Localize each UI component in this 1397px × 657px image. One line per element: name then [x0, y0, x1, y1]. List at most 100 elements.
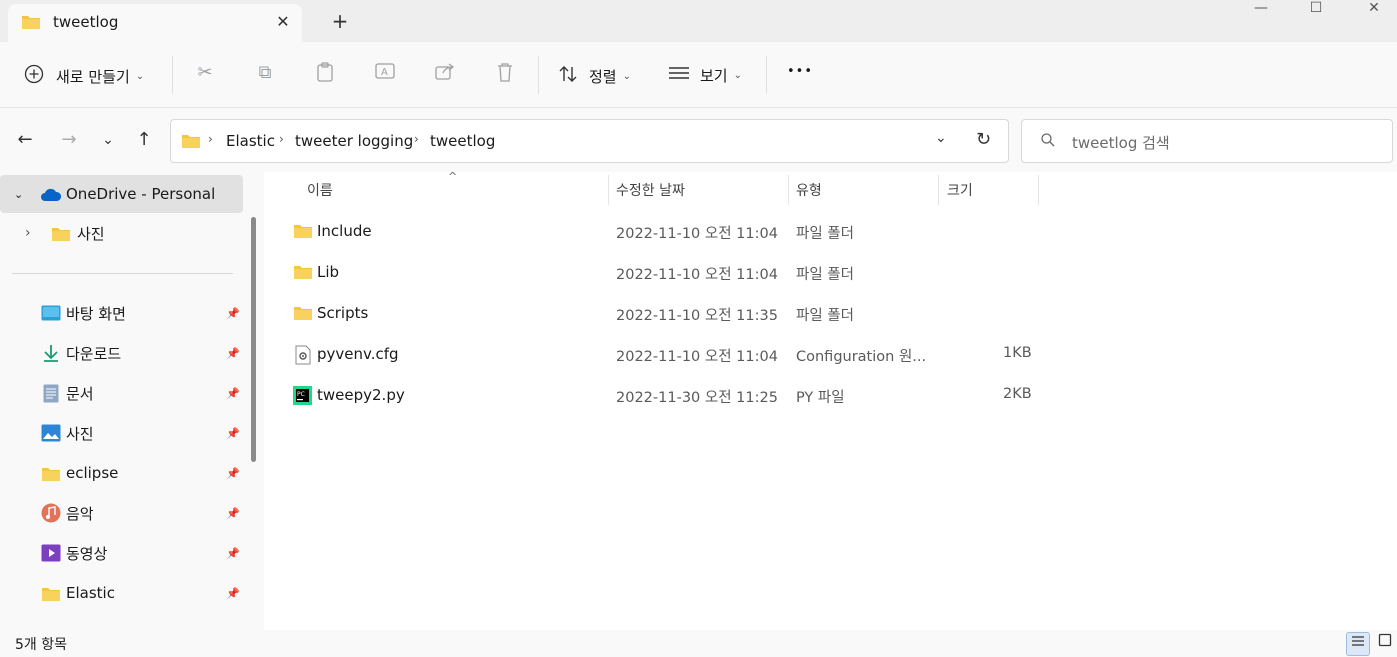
column-header-type[interactable]: 유형	[796, 180, 822, 200]
breadcrumb-tweeter-logging[interactable]: tweeter logging	[295, 132, 413, 150]
pin-icon: 📌	[226, 346, 240, 360]
pycharm-file-icon: PC	[293, 386, 312, 409]
sidebar-item-elastic[interactable]: Elastic 📌	[0, 574, 243, 612]
sidebar-item-label: Elastic	[66, 584, 115, 602]
sidebar-item-videos[interactable]: 동영상 📌	[0, 534, 243, 572]
desktop-icon	[41, 305, 61, 325]
search-box[interactable]: tweetlog 검색	[1021, 119, 1393, 163]
sort-button[interactable]: 정렬 ⌄	[558, 64, 631, 88]
pin-icon: 📌	[226, 506, 240, 520]
refresh-icon[interactable]: ↻	[976, 129, 991, 150]
sidebar-item-downloads[interactable]: 다운로드 📌	[0, 334, 243, 372]
folder-icon	[41, 586, 61, 606]
svg-text:PC: PC	[297, 391, 305, 398]
close-tab-icon[interactable]: ✕	[272, 11, 294, 33]
folder-icon	[21, 14, 41, 34]
forward-arrow-icon[interactable]: →	[57, 128, 81, 152]
column-divider[interactable]	[938, 175, 939, 205]
delete-icon[interactable]	[493, 62, 517, 87]
table-row[interactable]: PC tweepy2.py 2022-11-30 오전 11:25 PY 파일 …	[264, 377, 1397, 415]
sidebar-item-label: 다운로드	[66, 344, 122, 363]
folder-icon	[293, 223, 313, 243]
close-window-button[interactable]: ✕	[1351, 0, 1397, 20]
share-icon[interactable]	[433, 62, 457, 85]
sidebar-item-label: 문서	[66, 384, 94, 403]
sidebar-item-label: eclipse	[66, 464, 119, 482]
pin-icon: 📌	[226, 426, 240, 440]
table-row[interactable]: pyvenv.cfg 2022-11-10 오전 11:04 Configura…	[264, 336, 1397, 374]
tab-tweetlog[interactable]: tweetlog ✕	[8, 4, 302, 42]
table-row[interactable]: Lib 2022-11-10 오전 11:04 파일 폴더	[264, 254, 1397, 292]
toolbar-divider	[172, 56, 173, 94]
address-dropdown-chevron-icon[interactable]: ⌄	[935, 130, 947, 146]
breadcrumb-separator-icon[interactable]: ›	[414, 132, 419, 146]
file-name: Scripts	[317, 304, 369, 322]
sidebar-item-label: 사진	[66, 424, 94, 443]
chevron-down-icon: ⌄	[622, 70, 631, 82]
column-divider[interactable]	[608, 175, 609, 205]
up-arrow-icon[interactable]: ↑	[132, 128, 156, 152]
sidebar-item-label: 동영상	[66, 544, 108, 563]
sidebar-item-eclipse[interactable]: eclipse 📌	[0, 454, 243, 492]
search-icon	[1040, 132, 1056, 152]
sort-arrows-icon	[558, 64, 578, 88]
video-icon	[41, 544, 61, 566]
file-name: Lib	[317, 263, 340, 281]
sidebar-item-music[interactable]: 음악 📌	[0, 494, 243, 532]
music-icon	[41, 503, 61, 527]
file-date: 2022-11-10 오전 11:35	[616, 308, 778, 324]
sort-label: 정렬	[589, 67, 617, 86]
folder-icon	[51, 226, 71, 246]
pin-icon: 📌	[226, 386, 240, 400]
column-divider[interactable]	[788, 175, 789, 205]
item-count: 5개 항목	[15, 637, 67, 653]
cut-icon[interactable]: ✂	[193, 62, 217, 83]
large-icons-view-icon[interactable]	[1373, 632, 1397, 656]
view-button[interactable]: 보기 ⌄	[668, 64, 742, 86]
navigation-pane: ⌄ OneDrive - Personal › 사진 바탕 화면 📌 다운로드 …	[0, 172, 264, 630]
file-size: 1KB	[1003, 345, 1032, 361]
file-name: Include	[317, 222, 372, 240]
pin-icon: 📌	[226, 306, 240, 320]
breadcrumb-tweetlog[interactable]: tweetlog	[430, 132, 495, 150]
chevron-right-icon[interactable]: ›	[25, 225, 31, 241]
sort-ascending-icon: ^	[448, 170, 458, 183]
column-divider[interactable]	[1038, 175, 1039, 205]
recent-chevron-icon[interactable]: ⌄	[96, 128, 120, 152]
maximize-button[interactable]: ☐	[1293, 0, 1339, 20]
sidebar-item-onedrive-pictures[interactable]: › 사진	[0, 214, 243, 252]
sidebar-item-pictures[interactable]: 사진 📌	[0, 414, 243, 452]
sidebar-scrollbar[interactable]	[251, 217, 256, 462]
paste-icon[interactable]	[313, 62, 337, 87]
file-type: PY 파일	[796, 390, 845, 406]
more-options-button[interactable]: •••	[787, 64, 813, 79]
table-row[interactable]: Scripts 2022-11-10 오전 11:35 파일 폴더	[264, 295, 1397, 333]
rename-icon[interactable]: A	[373, 62, 397, 85]
view-label: 보기	[700, 66, 728, 85]
minimize-button[interactable]: —	[1238, 0, 1284, 20]
folder-icon	[181, 133, 201, 153]
folder-icon	[293, 264, 313, 284]
pin-icon: 📌	[226, 466, 240, 480]
details-view-icon[interactable]	[1346, 632, 1370, 656]
column-header-date[interactable]: 수정한 날짜	[616, 180, 685, 200]
sidebar-item-documents[interactable]: 문서 📌	[0, 374, 243, 412]
back-arrow-icon[interactable]: ←	[13, 128, 37, 152]
new-button[interactable]: 새로 만들기 ⌄	[24, 64, 144, 88]
file-name: pyvenv.cfg	[317, 345, 399, 363]
column-header-name[interactable]: 이름	[307, 180, 333, 200]
column-header-size[interactable]: 크기	[947, 180, 973, 200]
copy-icon[interactable]: ⧉	[253, 62, 277, 83]
download-icon	[42, 344, 60, 366]
svg-text:A: A	[381, 67, 388, 78]
chevron-down-icon[interactable]: ⌄	[14, 188, 23, 201]
address-bar[interactable]: › Elastic › tweeter logging › tweetlog ⌄…	[170, 119, 1009, 163]
breadcrumb-elastic[interactable]: Elastic	[226, 132, 275, 150]
new-tab-button[interactable]: +	[328, 10, 352, 34]
table-row[interactable]: Include 2022-11-10 오전 11:04 파일 폴더	[264, 213, 1397, 251]
pictures-icon	[41, 424, 61, 446]
sidebar-item-desktop[interactable]: 바탕 화면 📌	[0, 294, 243, 332]
breadcrumb-separator-icon[interactable]: ›	[208, 132, 213, 146]
breadcrumb-separator-icon[interactable]: ›	[279, 132, 284, 146]
sidebar-item-onedrive[interactable]: ⌄ OneDrive - Personal	[0, 175, 243, 213]
